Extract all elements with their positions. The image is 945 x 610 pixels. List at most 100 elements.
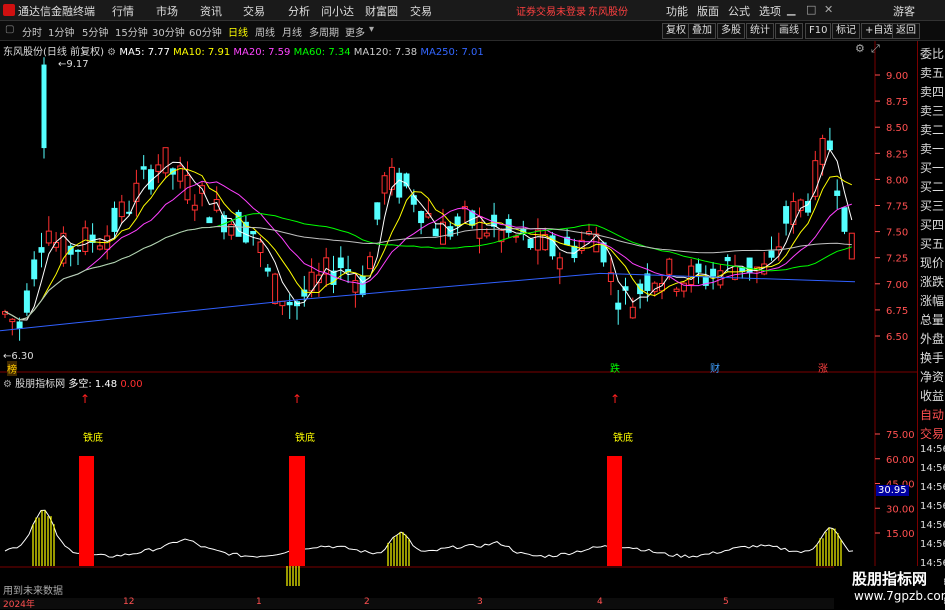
ma120-label: MA120: 7.38 <box>353 47 418 58</box>
menu-trade[interactable]: 交易 <box>243 3 265 19</box>
candle-body <box>834 190 841 196</box>
period-tab-day[interactable]: 日线 <box>228 24 248 39</box>
indicator-extra: 0.00 <box>120 379 143 390</box>
candle-body <box>556 257 563 270</box>
candle-body <box>257 241 264 254</box>
gear-icon[interactable]: ⚙ <box>3 379 12 390</box>
candle-body <box>118 201 125 218</box>
f10-button[interactable]: F10 <box>805 23 832 39</box>
menu-options[interactable]: 选项 <box>759 3 781 19</box>
kline-chart[interactable]: 9.00 8.75 8.50 8.25 8.00 7.75 7.50 7.25 7.00 6.75… <box>0 41 917 598</box>
candle-body <box>45 230 52 244</box>
event-tag-fall[interactable]: 跌 <box>610 360 620 375</box>
checkbox-icon[interactable]: ▢ <box>5 24 14 35</box>
period-tab-15min[interactable]: 15分钟 <box>115 24 148 39</box>
candle-body <box>783 206 790 224</box>
date-tick-5: 5 <box>723 597 729 607</box>
close-icon[interactable]: ✕ <box>824 3 833 16</box>
signal-text-3: 铁底 <box>613 433 633 444</box>
period-tab-multi[interactable]: 多周期 <box>309 24 339 39</box>
candle-body <box>31 259 38 280</box>
event-tag-rank[interactable]: 榜 <box>7 361 17 376</box>
ma-line <box>4 212 852 321</box>
price-tick: 8.25 <box>886 149 908 160</box>
minimize-icon[interactable]: ▁ <box>787 3 795 16</box>
signal-bar <box>79 456 94 566</box>
candle-body <box>527 238 534 249</box>
ma60-label: MA60: 7.34 <box>293 47 351 58</box>
stats-button[interactable]: 统计 <box>746 23 774 39</box>
menu-ask[interactable]: 问小达 <box>321 3 354 19</box>
candle-body <box>826 140 833 151</box>
menu-news[interactable]: 资讯 <box>200 3 222 19</box>
period-tab-30min[interactable]: 30分钟 <box>152 24 185 39</box>
signal-bar <box>289 456 305 566</box>
sidebar-item-17: 净资 <box>920 370 945 384</box>
multi-stock-button[interactable]: 多股 <box>717 23 745 39</box>
menu-formula[interactable]: 公式 <box>728 3 750 19</box>
sidebar-item-20: 交易 <box>920 427 945 441</box>
menu-trading[interactable]: 交易 <box>410 3 432 19</box>
candle-body <box>534 229 541 251</box>
candle-body <box>688 265 695 286</box>
price-tick: 7.50 <box>886 228 908 239</box>
chart-title: 东风股份(日线 前复权) <box>3 47 104 58</box>
back-button[interactable]: 返回 <box>892 23 920 39</box>
overlay-button[interactable]: 叠加 <box>688 23 716 39</box>
menu-analysis[interactable]: 分析 <box>288 3 310 19</box>
signal-text-2: 铁底 <box>295 433 315 444</box>
fullscreen-icon[interactable]: ⤢ <box>871 42 880 56</box>
adjust-button[interactable]: 复权 <box>662 23 690 39</box>
period-tab-1min[interactable]: 1分钟 <box>48 24 74 39</box>
settings-icon[interactable]: ⚙ <box>855 42 865 55</box>
candle-body <box>768 250 775 258</box>
draw-line-button[interactable]: 画线 <box>775 23 803 39</box>
candle-body <box>250 230 257 235</box>
indicator-name[interactable]: 股朋指标网 <box>15 379 65 390</box>
candle-body <box>819 137 826 165</box>
price-tick: 7.75 <box>886 202 908 213</box>
date-tick-2024: 2024年 <box>3 600 35 610</box>
candle-body <box>695 263 702 273</box>
candle-body <box>264 267 271 272</box>
gear-icon[interactable]: ⚙ <box>107 47 116 58</box>
candle-body <box>242 221 249 243</box>
event-tag-finance[interactable]: 财 <box>710 360 720 375</box>
date-tick-12: 12 <box>123 597 135 607</box>
menu-layout[interactable]: 版面 <box>697 3 719 19</box>
menu-quotes[interactable]: 行情 <box>112 3 134 19</box>
candle-body <box>381 175 388 194</box>
candle-body <box>213 199 220 211</box>
sidebar-item-26: 14:56 <box>920 539 945 550</box>
period-tab-60min[interactable]: 60分钟 <box>189 24 222 39</box>
maximize-icon[interactable]: □ <box>806 3 816 16</box>
mark-button[interactable]: 标记 <box>832 23 860 39</box>
period-tab-5min[interactable]: 5分钟 <box>82 24 108 39</box>
period-tab-more[interactable]: 更多 <box>345 24 365 39</box>
sidebar-item-7: 买二 <box>920 180 945 194</box>
signal-arrow-3: ↑ <box>610 392 621 406</box>
menu-wealth[interactable]: 财富圈 <box>365 3 398 19</box>
candle-body <box>374 202 381 220</box>
candle-body <box>16 321 23 330</box>
sidebar-item-18: 收益 <box>920 389 945 403</box>
chevron-down-icon[interactable]: ▾ <box>369 24 374 35</box>
sidebar-item-14: 总量 <box>920 313 945 327</box>
ma20-label: MA20: 7.59 <box>233 47 291 58</box>
candle-body <box>841 207 848 232</box>
price-tick: 7.00 <box>886 280 908 291</box>
indicator-tick: 75.00 <box>886 430 915 441</box>
menu-function[interactable]: 功能 <box>666 3 688 19</box>
event-tag-rise[interactable]: 涨 <box>818 360 828 375</box>
candle-body <box>396 172 403 198</box>
indicator-line-label: 多空: 1.48 <box>68 379 118 390</box>
login-notice[interactable]: 证券交易未登录 <box>516 3 586 18</box>
period-tab-week[interactable]: 周线 <box>255 24 275 39</box>
candle-body <box>673 288 680 292</box>
menu-market[interactable]: 市场 <box>156 3 178 19</box>
date-tick-4: 4 <box>597 597 603 607</box>
period-tab-month[interactable]: 月线 <box>282 24 302 39</box>
user-label[interactable]: 游客 <box>893 3 915 19</box>
period-tab-tick[interactable]: 分时 <box>22 24 42 39</box>
sidebar-item-3: 卖三 <box>920 104 945 118</box>
